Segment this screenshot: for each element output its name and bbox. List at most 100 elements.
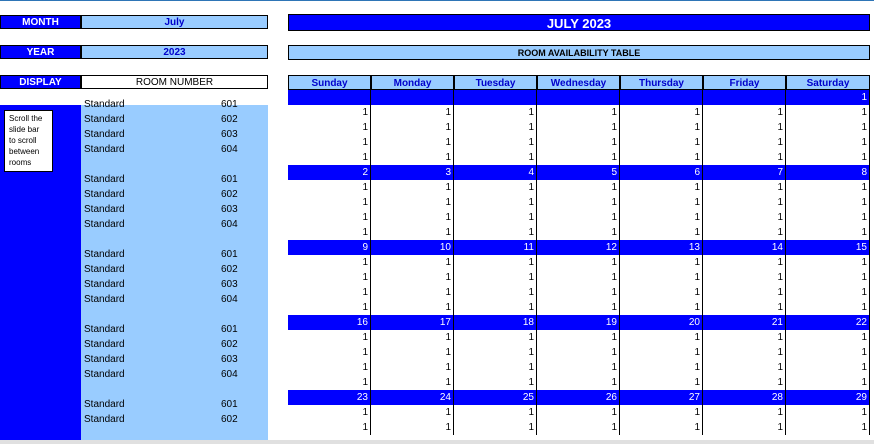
availability-cell[interactable]: 1 xyxy=(288,270,371,285)
availability-cell[interactable]: 1 xyxy=(786,375,870,390)
availability-cell[interactable]: 1 xyxy=(786,255,870,270)
availability-cell[interactable]: 1 xyxy=(454,135,537,150)
availability-cell[interactable]: 1 xyxy=(454,300,537,315)
month-select[interactable]: July xyxy=(81,15,268,29)
availability-cell[interactable]: 1 xyxy=(454,330,537,345)
availability-cell[interactable]: 1 xyxy=(703,225,786,240)
availability-cell[interactable]: 1 xyxy=(703,270,786,285)
availability-cell[interactable]: 1 xyxy=(786,210,870,225)
availability-cell[interactable]: 1 xyxy=(703,195,786,210)
availability-cell[interactable]: 1 xyxy=(454,360,537,375)
availability-cell[interactable]: 1 xyxy=(703,420,786,435)
availability-cell[interactable]: 1 xyxy=(786,300,870,315)
availability-cell[interactable]: 1 xyxy=(537,180,620,195)
availability-cell[interactable]: 1 xyxy=(703,360,786,375)
availability-cell[interactable]: 1 xyxy=(454,405,537,420)
availability-cell[interactable]: 1 xyxy=(786,105,870,120)
availability-cell[interactable]: 1 xyxy=(620,405,703,420)
availability-cell[interactable]: 1 xyxy=(537,345,620,360)
availability-cell[interactable]: 1 xyxy=(288,180,371,195)
availability-cell[interactable]: 1 xyxy=(620,150,703,165)
availability-cell[interactable]: 1 xyxy=(786,360,870,375)
availability-cell[interactable]: 1 xyxy=(454,270,537,285)
availability-cell[interactable]: 1 xyxy=(620,120,703,135)
availability-cell[interactable]: 1 xyxy=(454,105,537,120)
availability-cell[interactable]: 1 xyxy=(288,420,371,435)
availability-cell[interactable]: 1 xyxy=(371,255,454,270)
availability-cell[interactable]: 1 xyxy=(703,210,786,225)
availability-cell[interactable]: 1 xyxy=(371,420,454,435)
availability-cell[interactable]: 1 xyxy=(537,135,620,150)
availability-cell[interactable]: 1 xyxy=(620,195,703,210)
availability-cell[interactable]: 1 xyxy=(537,405,620,420)
availability-cell[interactable]: 1 xyxy=(786,225,870,240)
availability-cell[interactable]: 1 xyxy=(620,225,703,240)
availability-cell[interactable]: 1 xyxy=(371,195,454,210)
availability-cell[interactable]: 1 xyxy=(371,180,454,195)
availability-cell[interactable]: 1 xyxy=(703,405,786,420)
availability-cell[interactable]: 1 xyxy=(288,375,371,390)
availability-cell[interactable]: 1 xyxy=(620,375,703,390)
availability-cell[interactable]: 1 xyxy=(537,225,620,240)
availability-cell[interactable]: 1 xyxy=(537,195,620,210)
availability-cell[interactable]: 1 xyxy=(786,420,870,435)
availability-cell[interactable]: 1 xyxy=(371,120,454,135)
availability-cell[interactable]: 1 xyxy=(537,420,620,435)
availability-cell[interactable]: 1 xyxy=(371,285,454,300)
availability-cell[interactable]: 1 xyxy=(703,375,786,390)
availability-cell[interactable]: 1 xyxy=(620,330,703,345)
availability-cell[interactable]: 1 xyxy=(288,210,371,225)
availability-cell[interactable]: 1 xyxy=(371,210,454,225)
availability-cell[interactable]: 1 xyxy=(620,180,703,195)
availability-cell[interactable]: 1 xyxy=(537,120,620,135)
availability-cell[interactable]: 1 xyxy=(371,150,454,165)
availability-cell[interactable]: 1 xyxy=(288,195,371,210)
availability-cell[interactable]: 1 xyxy=(703,180,786,195)
availability-cell[interactable]: 1 xyxy=(288,120,371,135)
availability-cell[interactable]: 1 xyxy=(288,300,371,315)
availability-cell[interactable]: 1 xyxy=(786,135,870,150)
availability-cell[interactable]: 1 xyxy=(454,120,537,135)
availability-cell[interactable]: 1 xyxy=(288,150,371,165)
availability-cell[interactable]: 1 xyxy=(371,105,454,120)
availability-cell[interactable]: 1 xyxy=(454,225,537,240)
availability-cell[interactable]: 1 xyxy=(703,330,786,345)
availability-cell[interactable]: 1 xyxy=(371,360,454,375)
availability-cell[interactable]: 1 xyxy=(620,345,703,360)
availability-cell[interactable]: 1 xyxy=(454,375,537,390)
availability-cell[interactable]: 1 xyxy=(288,225,371,240)
availability-cell[interactable]: 1 xyxy=(371,270,454,285)
availability-cell[interactable]: 1 xyxy=(454,195,537,210)
availability-cell[interactable]: 1 xyxy=(371,405,454,420)
availability-cell[interactable]: 1 xyxy=(786,330,870,345)
availability-cell[interactable]: 1 xyxy=(537,105,620,120)
availability-cell[interactable]: 1 xyxy=(703,345,786,360)
horizontal-scrollbar[interactable] xyxy=(0,440,874,444)
availability-cell[interactable]: 1 xyxy=(537,360,620,375)
availability-cell[interactable]: 1 xyxy=(786,180,870,195)
availability-cell[interactable]: 1 xyxy=(620,105,703,120)
year-select[interactable]: 2023 xyxy=(81,45,268,59)
availability-cell[interactable]: 1 xyxy=(288,360,371,375)
availability-cell[interactable]: 1 xyxy=(620,420,703,435)
availability-cell[interactable]: 1 xyxy=(703,105,786,120)
availability-cell[interactable]: 1 xyxy=(371,300,454,315)
availability-cell[interactable]: 1 xyxy=(703,135,786,150)
display-select[interactable]: ROOM NUMBER xyxy=(81,75,268,89)
availability-cell[interactable]: 1 xyxy=(786,150,870,165)
availability-cell[interactable]: 1 xyxy=(454,150,537,165)
availability-cell[interactable]: 1 xyxy=(537,255,620,270)
availability-cell[interactable]: 1 xyxy=(454,285,537,300)
availability-cell[interactable]: 1 xyxy=(371,330,454,345)
availability-cell[interactable]: 1 xyxy=(454,420,537,435)
availability-cell[interactable]: 1 xyxy=(537,210,620,225)
availability-cell[interactable]: 1 xyxy=(537,285,620,300)
availability-cell[interactable]: 1 xyxy=(620,255,703,270)
availability-cell[interactable]: 1 xyxy=(537,270,620,285)
availability-cell[interactable]: 1 xyxy=(703,120,786,135)
availability-cell[interactable]: 1 xyxy=(703,285,786,300)
availability-cell[interactable]: 1 xyxy=(703,150,786,165)
availability-cell[interactable]: 1 xyxy=(371,225,454,240)
availability-cell[interactable]: 1 xyxy=(288,135,371,150)
availability-cell[interactable]: 1 xyxy=(371,135,454,150)
